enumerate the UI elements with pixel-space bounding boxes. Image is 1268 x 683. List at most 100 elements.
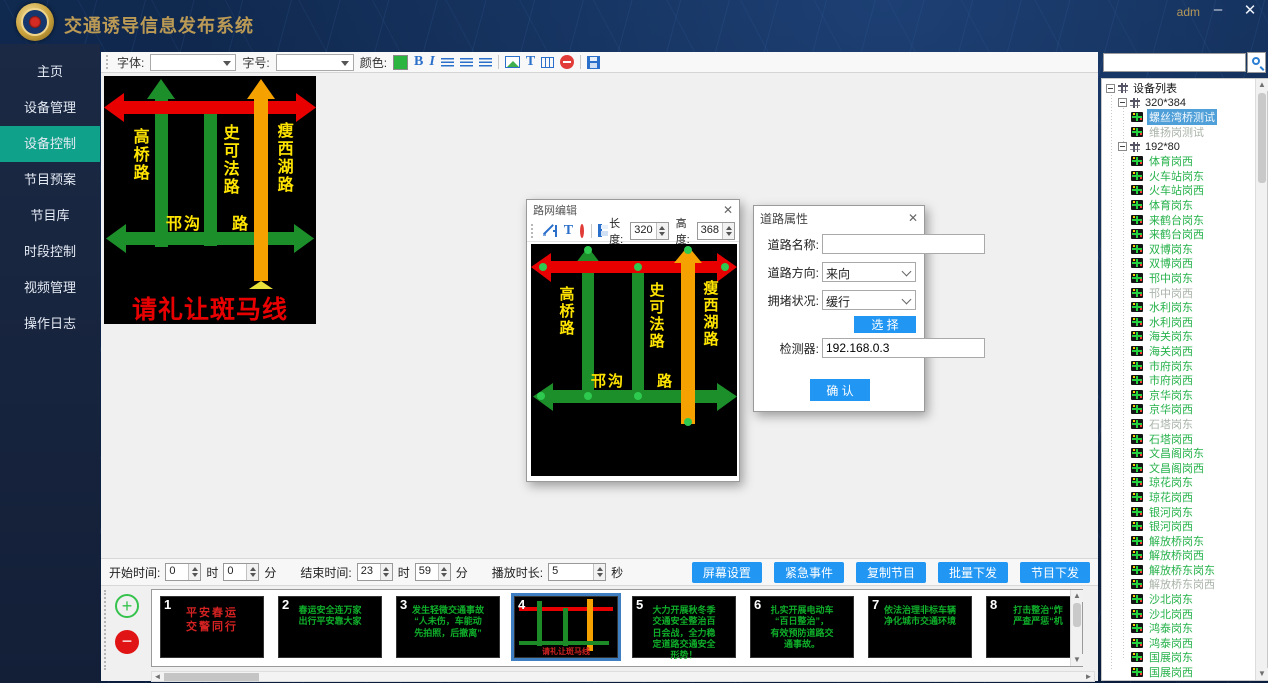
font-size-select[interactable] [276,54,354,71]
device-name[interactable]: 水利岗西 [1147,314,1195,330]
tree-expander-icon[interactable] [1106,84,1115,93]
device-tree-item[interactable]: 市府岗西 [1106,373,1254,388]
device-name[interactable]: 火车站岗东 [1147,168,1206,184]
road-direction-select[interactable]: 来向 [822,262,916,282]
align-left-icon[interactable] [441,58,454,67]
insert-image-icon[interactable] [505,56,520,68]
device-search-button[interactable] [1247,52,1266,73]
device-name[interactable]: 来鹤台岗西 [1147,226,1206,242]
sidebar-item[interactable]: 操作日志 [0,306,100,342]
length-spinner[interactable]: 320 [630,222,668,240]
sidebar-item[interactable]: 节目预案 [0,162,100,198]
device-name[interactable]: 文昌阁岗西 [1147,460,1206,476]
device-tree-item[interactable]: 琼花岗东 [1106,475,1254,490]
sidebar-item[interactable]: 时段控制 [0,234,100,270]
device-name[interactable]: 石塔岗西 [1147,431,1195,447]
device-tree-item[interactable]: 螺丝湾桥测试 [1106,110,1254,125]
scroll-up-arrow[interactable]: ▲ [1071,590,1083,602]
device-tree-item[interactable]: 192*80 [1106,139,1254,154]
height-spinner[interactable]: 368 [697,222,735,240]
device-tree-item[interactable]: 维扬岗测试 [1106,125,1254,140]
playlist-thumbnail[interactable]: 1 平安春运 交警同行 [160,596,264,658]
program-send-button[interactable]: 节目下发 [1020,562,1090,583]
device-name[interactable]: 鸿泰岗西 [1147,635,1195,651]
sign-preview-canvas[interactable]: 高桥路 史可法路 瘦西湖路 邗沟 路 请礼让斑马线 [104,76,316,324]
device-tree-item[interactable]: 石塔岗西 [1106,431,1254,446]
device-name[interactable]: 解放桥东岗东 [1147,562,1217,578]
dialog-title-bar[interactable]: 道路属性 ✕ [754,206,924,230]
device-name[interactable]: 银河岗东 [1147,504,1195,520]
device-tree-item[interactable]: 双博岗东 [1106,242,1254,257]
device-tree-item[interactable]: 解放桥东岗东 [1106,563,1254,578]
device-tree-item[interactable]: 水利岗西 [1106,315,1254,330]
close-icon[interactable]: ✕ [1240,2,1260,20]
device-name[interactable]: 琼花岗东 [1147,474,1195,490]
minimize-icon[interactable]: – [1208,2,1228,20]
close-icon[interactable]: ✕ [908,212,918,224]
device-tree-item[interactable]: 海关岗东 [1106,329,1254,344]
playlist-vertical-scrollbar[interactable]: ▲ ▼ [1070,590,1082,666]
device-name[interactable]: 市府岗西 [1147,372,1195,388]
batch-send-button[interactable]: 批量下发 [938,562,1008,583]
device-tree-item[interactable]: 解放桥岗西 [1106,548,1254,563]
device-name[interactable]: 设备列表 [1131,80,1179,96]
tree-vertical-scrollbar[interactable]: ▲ ▼ [1255,79,1267,680]
device-search-input[interactable] [1103,53,1246,72]
font-family-select[interactable] [150,54,236,71]
device-name[interactable]: 体育岗东 [1147,197,1195,213]
sidebar-item[interactable]: 主页 [0,54,100,90]
scroll-down-arrow[interactable]: ▼ [1071,654,1083,666]
device-name[interactable]: 维扬岗测试 [1147,124,1206,140]
duration-spinner[interactable]: 5 [548,563,606,581]
device-tree-item[interactable]: 解放桥岗东 [1106,533,1254,548]
toolbar-grip[interactable] [106,55,109,69]
device-name[interactable]: 192*80 [1143,141,1182,153]
device-name[interactable]: 螺丝湾桥测试 [1147,109,1217,125]
device-tree-item[interactable]: 设备列表 [1106,81,1254,96]
device-name[interactable]: 沙北岗西 [1147,606,1195,622]
device-name[interactable]: 双博岗西 [1147,255,1195,271]
device-tree-item[interactable]: 鸿泰岗西 [1106,636,1254,651]
scrollbar-thumb[interactable] [1258,93,1266,183]
device-name[interactable]: 国展岗东 [1147,649,1195,665]
device-tree-item[interactable]: 国展岗西 [1106,665,1254,680]
device-tree-item[interactable]: 邗中岗东 [1106,271,1254,286]
italic-button[interactable]: I [429,54,434,70]
device-name[interactable]: 京华岗东 [1147,387,1195,403]
scroll-down-arrow[interactable]: ▼ [1256,668,1268,680]
device-tree-item[interactable]: 京华岗西 [1106,402,1254,417]
device-name[interactable]: 体育岗西 [1147,153,1195,169]
device-tree-item[interactable]: 火车站岗西 [1106,183,1254,198]
sidebar-item[interactable]: 节目库 [0,198,100,234]
device-name[interactable]: 鸿泰岗东 [1147,620,1195,636]
device-tree-item[interactable]: 体育岗西 [1106,154,1254,169]
sidebar-item[interactable]: 视频管理 [0,270,100,306]
start-minute-spinner[interactable]: 0 [223,563,259,581]
end-hour-spinner[interactable]: 23 [357,563,393,581]
device-tree-item[interactable]: 琼花岗西 [1106,490,1254,505]
select-button[interactable]: 选 择 [854,316,916,333]
device-tree-item[interactable]: 解放桥东岗西 [1106,577,1254,592]
device-tree-item[interactable]: 沙北岗东 [1106,592,1254,607]
device-tree-item[interactable]: 京华岗东 [1106,387,1254,402]
device-tree-item[interactable]: 银河岗东 [1106,504,1254,519]
device-tree-item[interactable]: 沙北岗西 [1106,606,1254,621]
device-name[interactable]: 邗中岗西 [1147,285,1195,301]
scrollbar-thumb[interactable] [164,673,259,681]
playlist-thumbnail[interactable]: 5 大力开展秋冬季 交通安全整治百 日会战，全力稳 定道路交通安全 形势！ [632,596,736,658]
device-tree-item[interactable]: 国展岗东 [1106,650,1254,665]
device-name[interactable]: 水利岗东 [1147,299,1195,315]
road-name-input[interactable] [822,234,985,254]
device-tree-item[interactable]: 火车站岗东 [1106,169,1254,184]
bold-button[interactable]: B [414,54,423,70]
playlist-horizontal-scrollbar[interactable]: ◄ ► [151,671,1095,682]
device-name[interactable]: 来鹤台岗东 [1147,212,1206,228]
emergency-event-button[interactable]: 紧急事件 [774,562,844,583]
device-name[interactable]: 银河岗西 [1147,518,1195,534]
tree-expander-icon[interactable] [1118,142,1127,151]
align-right-icon[interactable] [479,58,492,67]
draw-road-icon[interactable] [542,224,546,237]
sidebar-item[interactable]: 设备控制 [0,126,100,162]
device-tree-item[interactable]: 鸿泰岗东 [1106,621,1254,636]
scroll-up-arrow[interactable]: ▲ [1256,79,1268,91]
